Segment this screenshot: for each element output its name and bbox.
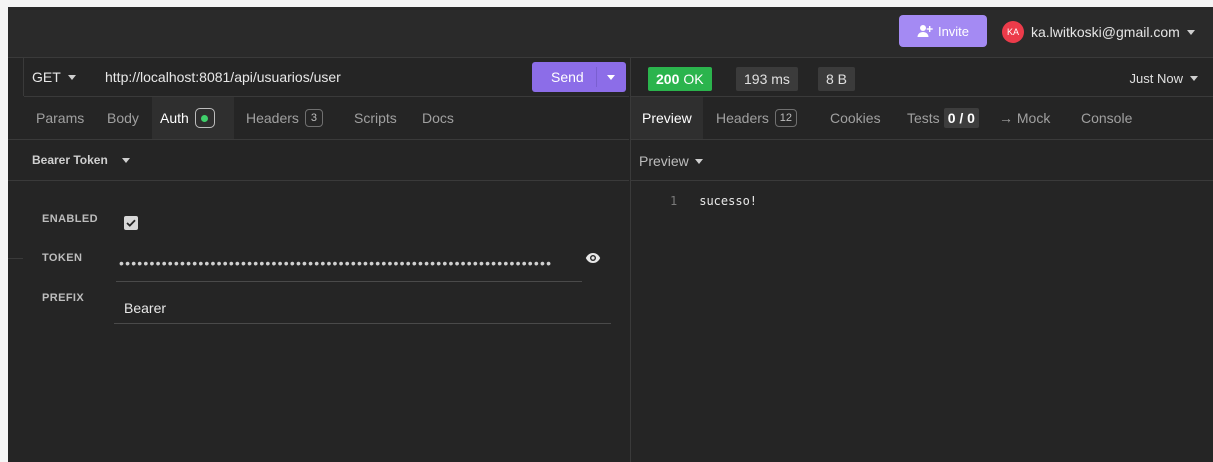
- auth-type-bar: Bearer Token: [8, 139, 629, 181]
- count-badge: 12: [774, 109, 797, 127]
- tab-tests[interactable]: Tests 0 / 0: [907, 97, 979, 139]
- tab-label: Tests: [907, 110, 940, 126]
- preview-mode-bar: Preview: [631, 139, 1213, 181]
- tab-label: Console: [1081, 110, 1133, 126]
- user-email: ka.lwitkoski@gmail.com: [1031, 24, 1180, 40]
- prefix-label: PREFIX: [42, 292, 85, 304]
- invite-label: Invite: [937, 23, 970, 39]
- tab-label: Preview: [642, 110, 692, 126]
- user-menu[interactable]: KA ka.lwitkoski@gmail.com: [1002, 20, 1195, 44]
- request-tabs: Params Body Auth Headers 3 Scripts Docs: [8, 97, 629, 140]
- response-pane: 200 OK 193 ms 8 B Just Now Preview Heade…: [630, 58, 1213, 462]
- status-text: OK: [683, 71, 704, 87]
- response-size: 8 B: [818, 67, 856, 91]
- line-number: 1: [670, 194, 678, 208]
- chevron-down-icon: [1190, 76, 1198, 81]
- chevron-down-icon: [1186, 29, 1195, 35]
- tab-mock[interactable]: → Mock: [999, 97, 1050, 139]
- preview-mode-select[interactable]: Preview: [639, 153, 703, 169]
- prefix-input[interactable]: Bearer: [114, 292, 611, 324]
- status-badge: 200 OK: [648, 67, 712, 91]
- tab-label: Auth: [160, 110, 189, 126]
- tab-console[interactable]: Console: [1081, 97, 1132, 139]
- tab-cookies[interactable]: Cookies: [830, 97, 881, 139]
- gutter-divider: [8, 258, 23, 259]
- status-dot-icon: [201, 114, 209, 122]
- tab-label: Headers: [246, 110, 299, 126]
- send-divider: [596, 67, 597, 87]
- tab-label: Docs: [422, 110, 454, 126]
- chevron-down-icon[interactable]: [607, 75, 615, 80]
- count-badge: 3: [304, 109, 323, 127]
- prefix-value: Bearer: [124, 300, 167, 316]
- add-user-icon: [917, 25, 933, 37]
- tab-label: Body: [107, 110, 139, 126]
- enabled-checkbox[interactable]: [124, 216, 138, 230]
- invite-button[interactable]: Invite: [899, 15, 987, 47]
- app-window: Invite KA ka.lwitkoski@gmail.com GET htt…: [8, 7, 1213, 462]
- tab-params[interactable]: Params: [24, 97, 92, 139]
- tab-label: → Mock: [999, 110, 1051, 126]
- tab-label: Params: [36, 110, 85, 126]
- response-history-select[interactable]: Just Now: [1130, 71, 1198, 86]
- code-line: 1 sucesso!: [670, 194, 757, 208]
- eye-icon[interactable]: [585, 252, 601, 264]
- auth-enabled-badge: [194, 108, 215, 128]
- send-label: Send: [551, 69, 584, 85]
- tab-headers[interactable]: Headers 3: [246, 97, 323, 139]
- sidebar-gutter: [8, 58, 24, 96]
- tab-body[interactable]: Body: [107, 97, 139, 139]
- tab-label: Headers: [716, 110, 769, 126]
- chevron-down-icon: [694, 158, 703, 164]
- tab-label: Cookies: [830, 110, 881, 126]
- auth-type-label: Bearer Token: [32, 153, 108, 167]
- method-label: GET: [32, 69, 61, 85]
- send-button[interactable]: Send: [532, 62, 626, 92]
- chevron-down-icon: [121, 157, 130, 163]
- code-text: sucesso!: [699, 194, 758, 208]
- response-time: 193 ms: [736, 67, 798, 91]
- url-input[interactable]: http://localhost:8081/api/usuarios/user: [105, 69, 341, 85]
- tests-count: 0 / 0: [943, 108, 979, 128]
- token-input[interactable]: ••••••••••••••••••••••••••••••••••••••••…: [116, 251, 582, 282]
- status-code: 200: [656, 71, 680, 87]
- response-status-bar: 200 OK 193 ms 8 B Just Now: [631, 58, 1213, 97]
- url-bar: GET http://localhost:8081/api/usuarios/u…: [24, 58, 629, 97]
- method-select[interactable]: GET: [32, 69, 76, 85]
- tab-auth[interactable]: Auth: [152, 97, 234, 139]
- tab-docs[interactable]: Docs: [422, 97, 454, 139]
- token-label: TOKEN: [42, 252, 83, 264]
- auth-type-select[interactable]: Bearer Token: [32, 153, 130, 167]
- checkmark-icon: [126, 219, 136, 227]
- response-tabs: Preview Headers 12 Cookies Tests 0 / 0 →…: [631, 97, 1213, 140]
- avatar: KA: [1002, 21, 1024, 43]
- tab-label: Scripts: [354, 110, 397, 126]
- tab-response-headers[interactable]: Headers 12: [716, 97, 797, 139]
- preview-mode-label: Preview: [639, 153, 689, 169]
- enabled-label: ENABLED: [42, 213, 98, 225]
- top-bar: Invite KA ka.lwitkoski@gmail.com: [8, 7, 1213, 58]
- token-masked-value: ••••••••••••••••••••••••••••••••••••••••…: [119, 255, 553, 271]
- timestamp: Just Now: [1129, 71, 1183, 86]
- chevron-down-icon: [67, 74, 76, 80]
- tab-preview[interactable]: Preview: [631, 97, 703, 139]
- tab-scripts[interactable]: Scripts: [354, 97, 397, 139]
